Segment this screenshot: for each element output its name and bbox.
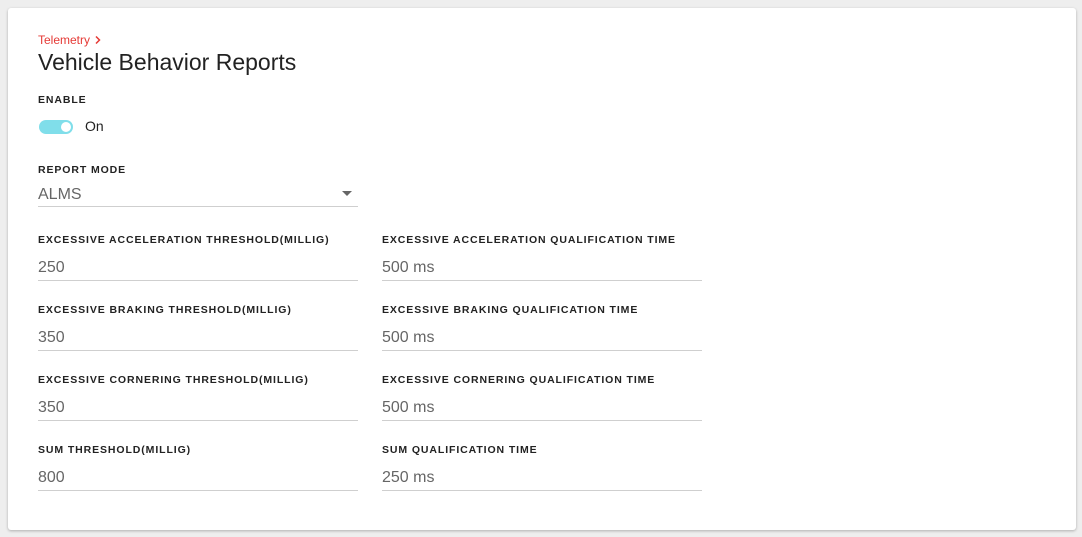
chevron-right-icon xyxy=(95,36,101,44)
cornering-threshold-input[interactable]: 350 xyxy=(38,396,358,421)
accel-threshold-input[interactable]: 250 xyxy=(38,256,358,281)
page-title: Vehicle Behavior Reports xyxy=(38,49,297,75)
sum-time-label: SUM QUALIFICATION TIME xyxy=(382,444,538,456)
report-mode-value: ALMS xyxy=(38,186,82,203)
breadcrumb: Telemetry xyxy=(38,33,101,47)
toggle-knob xyxy=(61,122,71,132)
sum-threshold-value: 800 xyxy=(38,469,65,486)
cornering-time-label: EXCESSIVE CORNERING QUALIFICATION TIME xyxy=(382,374,656,386)
sum-threshold-input[interactable]: 800 xyxy=(38,466,358,491)
accel-time-value: 500 ms xyxy=(382,259,435,276)
braking-time-input[interactable]: 500 ms xyxy=(382,326,702,351)
enable-state-text: On xyxy=(85,118,104,134)
accel-threshold-label: EXCESSIVE ACCELERATION THRESHOLD(MILLIG) xyxy=(38,234,330,246)
cornering-threshold-value: 350 xyxy=(38,399,65,416)
cornering-threshold-label: EXCESSIVE CORNERING THRESHOLD(MILLIG) xyxy=(38,374,309,386)
accel-time-input[interactable]: 500 ms xyxy=(382,256,702,281)
report-mode-select[interactable]: ALMS xyxy=(38,184,358,207)
settings-card: Telemetry Vehicle Behavior Reports ENABL… xyxy=(8,8,1076,530)
caret-down-icon xyxy=(342,191,352,196)
sum-time-input[interactable]: 250 ms xyxy=(382,466,702,491)
breadcrumb-link-telemetry[interactable]: Telemetry xyxy=(38,33,90,47)
accel-time-label: EXCESSIVE ACCELERATION QUALIFICATION TIM… xyxy=(382,234,676,246)
report-mode-label: REPORT MODE xyxy=(38,164,127,176)
braking-threshold-value: 350 xyxy=(38,329,65,346)
braking-time-label: EXCESSIVE BRAKING QUALIFICATION TIME xyxy=(382,304,639,316)
enable-toggle[interactable] xyxy=(39,120,73,134)
cornering-time-input[interactable]: 500 ms xyxy=(382,396,702,421)
enable-label: ENABLE xyxy=(38,94,87,106)
accel-threshold-value: 250 xyxy=(38,259,65,276)
braking-time-value: 500 ms xyxy=(382,329,435,346)
braking-threshold-label: EXCESSIVE BRAKING THRESHOLD(MILLIG) xyxy=(38,304,292,316)
braking-threshold-input[interactable]: 350 xyxy=(38,326,358,351)
cornering-time-value: 500 ms xyxy=(382,399,435,416)
sum-time-value: 250 ms xyxy=(382,469,435,486)
sum-threshold-label: SUM THRESHOLD(MILLIG) xyxy=(38,444,192,456)
